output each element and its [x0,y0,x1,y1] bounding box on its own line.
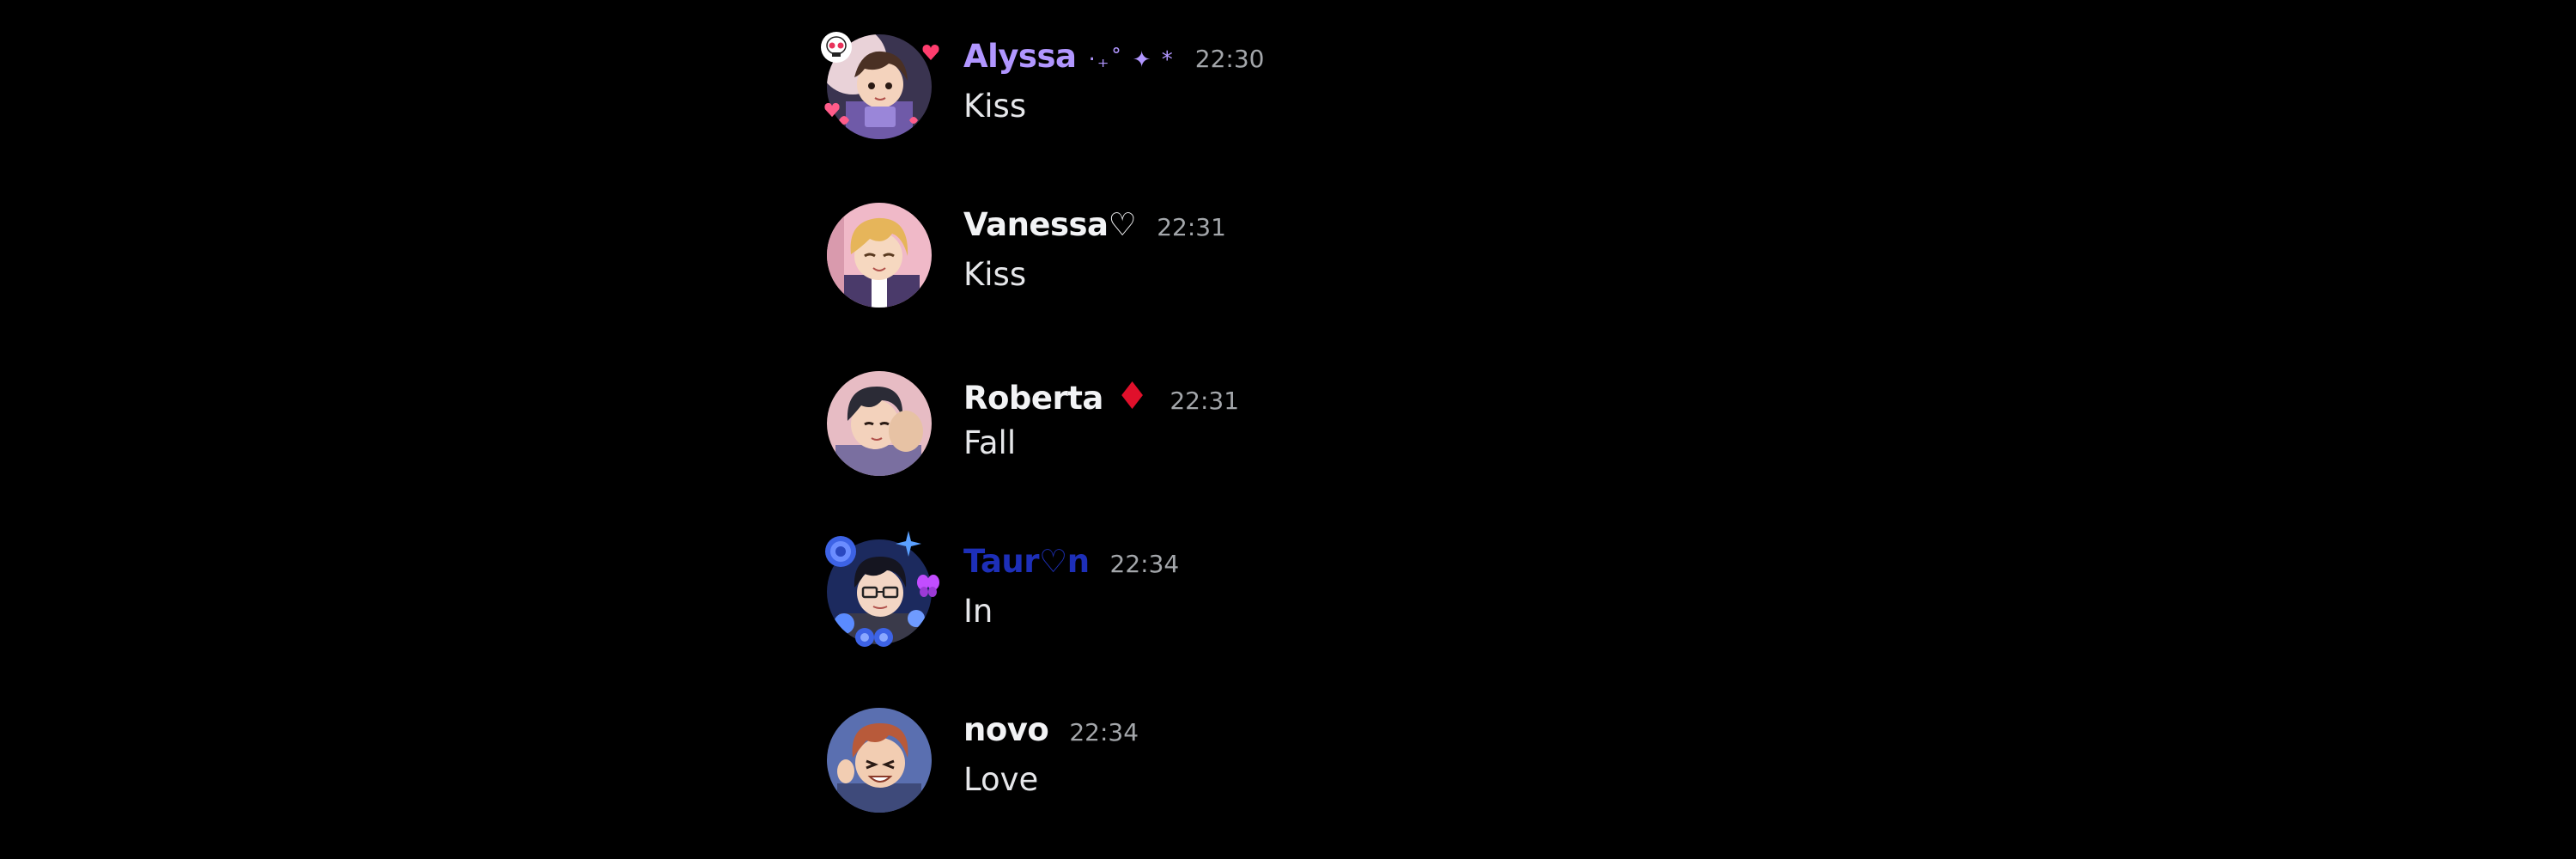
timestamp: 22:34 [1109,550,1180,578]
message-header: Taur♡n 22:34 [963,543,1179,591]
message-header: Vanessa♡ 22:31 [963,206,1226,254]
anime-glasses-avatar-icon [827,539,932,644]
timestamp: 22:31 [1157,213,1226,241]
avatar[interactable] [827,539,932,644]
message-text: Kiss [963,256,1027,293]
anime-boy-avatar-icon [827,34,932,139]
username[interactable]: novo [963,711,1049,748]
message-text: Fall [963,424,1017,461]
message-text: Love [963,761,1039,798]
message-header: Roberta ♦ 22:31 [963,375,1239,423]
anime-red-hair-avatar-icon [827,708,932,813]
timestamp: 22:31 [1170,387,1240,415]
avatar[interactable] [827,708,932,813]
avatar[interactable] [827,34,932,139]
message-header: novo 22:34 [963,711,1139,759]
avatar[interactable] [827,203,932,308]
username-sparkle-decoration: ‧₊˚ ✦ * [1088,47,1175,73]
message-header: Alyssa ‧₊˚ ✦ * 22:30 [963,38,1264,86]
chat-message: Taur♡n 22:34 In [820,531,1593,665]
chat-message: novo 22:34 Love [820,704,1593,833]
timestamp: 22:34 [1069,718,1139,746]
chat-message: Roberta ♦ 22:31 Fall [820,368,1593,497]
timestamp: 22:30 [1194,45,1265,73]
chat-message-list: Alyssa ‧₊˚ ✦ * 22:30 Kiss Vanessa♡ 22:31 [0,0,2576,859]
chat-message: Vanessa♡ 22:31 Kiss [820,199,1593,328]
message-text: In [963,593,993,630]
username[interactable]: Vanessa♡ [963,206,1137,243]
username[interactable]: Alyssa [963,38,1077,75]
chat-message: Alyssa ‧₊˚ ✦ * 22:30 Kiss [820,31,1593,160]
message-text: Kiss [963,88,1027,125]
red-diamond-icon: ♦ [1115,375,1150,418]
avatar[interactable] [827,371,932,476]
anime-dark-hair-avatar-icon [827,371,932,476]
username[interactable]: Taur♡n [963,543,1090,580]
anime-blond-avatar-icon [827,203,932,308]
username[interactable]: Roberta [963,380,1103,417]
